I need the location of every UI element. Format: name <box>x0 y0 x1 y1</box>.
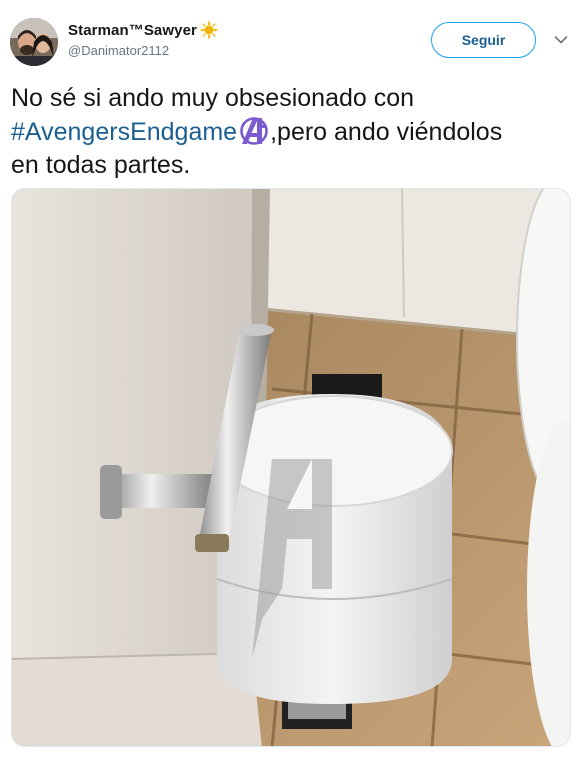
handle[interactable]: @Danimator2112 <box>68 43 219 58</box>
tweet-text-line1: No sé si ando muy obsesionado con <box>11 84 415 112</box>
tweet-text-after-hashtag: ,pero ando viéndolos <box>270 118 503 146</box>
sun-emoji-icon <box>198 20 219 40</box>
author-block: Starman™Sawyer @Danimator2112 <box>68 20 219 58</box>
chevron-down-icon[interactable] <box>554 35 568 45</box>
follow-button[interactable]: Seguir <box>431 22 536 58</box>
tweet-text-line3: en todas partes. <box>11 151 191 179</box>
display-name[interactable]: Starman™Sawyer <box>68 22 197 39</box>
avengers-logo-icon <box>240 117 268 145</box>
tweet-photo[interactable] <box>11 188 571 747</box>
bathroom-photo <box>12 189 570 746</box>
hashtag-link[interactable]: #AvengersEndgame <box>11 118 237 146</box>
tweet-text: No sé si ando muy obsesionado con #Aveng… <box>11 82 576 182</box>
avatar[interactable] <box>10 18 58 66</box>
